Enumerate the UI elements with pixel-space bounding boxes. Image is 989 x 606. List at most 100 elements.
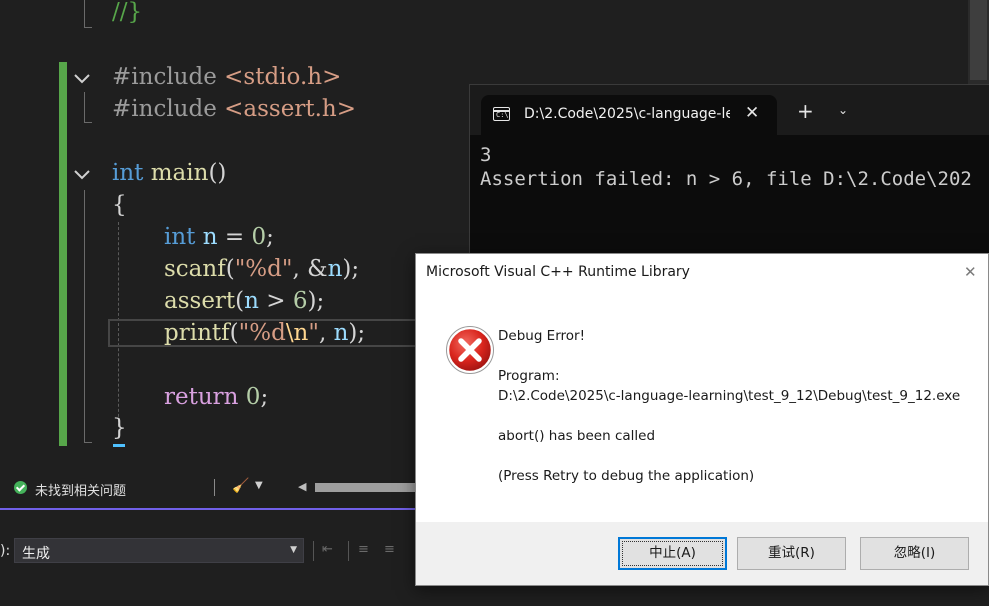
code-line: #include <assert.h> xyxy=(112,94,356,124)
divider xyxy=(348,541,349,561)
horizontal-scrollbar-thumb[interactable] xyxy=(315,483,425,492)
code-token: , xyxy=(318,320,334,346)
code-line: printf("%d\n", n); xyxy=(164,318,365,348)
code-line: return 0; xyxy=(164,382,268,412)
close-icon[interactable]: ✕ xyxy=(745,103,759,123)
console-icon: C:\ xyxy=(493,107,510,121)
divider xyxy=(313,541,314,561)
code-token: ( xyxy=(235,288,245,314)
code-line: int n = 0; xyxy=(164,222,274,252)
chevron-down-icon[interactable]: ⌄ xyxy=(838,103,848,117)
error-icon xyxy=(446,326,494,374)
code-token: \n xyxy=(285,320,309,346)
output-source-value: 生成 xyxy=(22,546,50,562)
code-line: assert(n > 6); xyxy=(164,286,324,316)
fold-guide xyxy=(84,190,85,442)
terminal-line: 3 xyxy=(480,144,492,166)
fold-guide xyxy=(84,92,85,122)
code-token: 0 xyxy=(251,224,267,250)
brace-match-marker xyxy=(113,444,125,447)
code-token: > xyxy=(258,288,293,314)
error-message: abort() has been called xyxy=(498,428,656,444)
issues-status[interactable]: 未找到相关问题 xyxy=(35,480,126,499)
code-line: { xyxy=(112,190,127,220)
code-token: <stdio.h> xyxy=(224,64,342,90)
code-token: printf xyxy=(164,320,230,346)
terminal-tabbar: C:\ D:\2.Code\2025\c-language-le ✕ + ⌄ xyxy=(470,85,989,135)
output-source-select[interactable]: 生成 ▼ xyxy=(14,538,304,563)
goto-previous-icon[interactable]: ⇤ xyxy=(322,543,338,557)
code-token: scanf xyxy=(164,256,226,282)
code-token: n xyxy=(244,288,259,314)
fold-guide-end xyxy=(84,442,92,443)
ignore-button[interactable]: 忽略(I) xyxy=(860,537,969,570)
code-line: //} xyxy=(112,0,142,27)
terminal-tab-title: D:\2.Code\2025\c-language-le xyxy=(524,106,730,122)
code-token: int xyxy=(164,224,196,250)
code-token: ); xyxy=(307,288,325,314)
code-token: ; xyxy=(260,384,269,410)
error-heading: Debug Error! xyxy=(498,328,586,344)
code-token: ; xyxy=(266,224,274,250)
code-token: assert xyxy=(164,288,236,314)
terminal-output: 3 Assertion failed: n > 6, file D:\2.Code… xyxy=(480,143,972,191)
code-token: main xyxy=(150,160,209,186)
code-token: } xyxy=(112,415,127,441)
abort-button[interactable]: 中止(A) xyxy=(618,537,727,570)
code-token: " xyxy=(308,320,319,346)
code-token: () xyxy=(208,160,227,186)
fold-chevron-icon[interactable] xyxy=(72,164,92,184)
code-line: int main() xyxy=(112,158,226,188)
code-token: { xyxy=(112,192,127,218)
program-label: Program: xyxy=(498,368,560,384)
code-token: "%d xyxy=(238,320,286,346)
code-token: 0 xyxy=(245,384,261,410)
code-token: //} xyxy=(112,0,143,25)
editor-scrollbar[interactable] xyxy=(968,0,989,86)
chevron-down-icon[interactable]: ▼ xyxy=(255,480,263,491)
code-token: #include xyxy=(112,96,225,122)
runtime-error-dialog: Microsoft Visual C++ Runtime Library ✕ D… xyxy=(415,253,989,586)
align-left-icon[interactable]: ≡ xyxy=(358,543,374,557)
scroll-left-icon[interactable]: ◀ xyxy=(298,480,306,493)
code-token: ); xyxy=(342,256,360,282)
code-token: ( xyxy=(225,256,235,282)
code-token: "%d" xyxy=(234,256,293,282)
code-token: return xyxy=(164,384,239,410)
fold-guide-end xyxy=(84,27,92,28)
code-line: scanf("%d", &n); xyxy=(164,254,359,284)
change-indicator xyxy=(59,62,67,446)
scrollbar-thumb[interactable] xyxy=(970,0,987,80)
cleanup-brush-icon[interactable]: 🧹 xyxy=(232,478,249,494)
code-token: n xyxy=(202,224,218,250)
code-token: int xyxy=(112,160,144,186)
fold-guide xyxy=(84,0,85,27)
terminal-line: Assertion failed: n > 6, file D:\2.Code\… xyxy=(480,168,972,190)
code-token: , & xyxy=(292,256,328,282)
code-token: = xyxy=(217,224,252,250)
code-token: n xyxy=(333,320,349,346)
terminal-tab[interactable]: C:\ D:\2.Code\2025\c-language-le ✕ xyxy=(481,95,777,135)
output-source-label: ): xyxy=(0,543,11,559)
code-line: #include <stdio.h> xyxy=(112,62,341,92)
chevron-down-icon: ▼ xyxy=(290,545,297,555)
align-right-icon[interactable]: ≡ xyxy=(384,543,400,557)
divider xyxy=(214,479,215,496)
code-token: ( xyxy=(229,320,239,346)
check-circle-icon xyxy=(14,481,27,494)
code-token: n xyxy=(327,256,343,282)
new-tab-button[interactable]: + xyxy=(797,101,814,121)
error-hint: (Press Retry to debug the application) xyxy=(498,468,755,484)
code-token: 6 xyxy=(292,288,308,314)
fold-guide-end xyxy=(84,122,92,123)
code-token: #include xyxy=(112,64,225,90)
retry-button[interactable]: 重试(R) xyxy=(737,537,846,570)
code-token: <assert.h> xyxy=(224,96,356,122)
close-icon[interactable]: ✕ xyxy=(964,263,977,281)
program-path: D:\2.Code\2025\c-language-learning\test_… xyxy=(498,388,961,404)
fold-chevron-icon[interactable] xyxy=(72,68,92,88)
code-token: ); xyxy=(348,320,366,346)
